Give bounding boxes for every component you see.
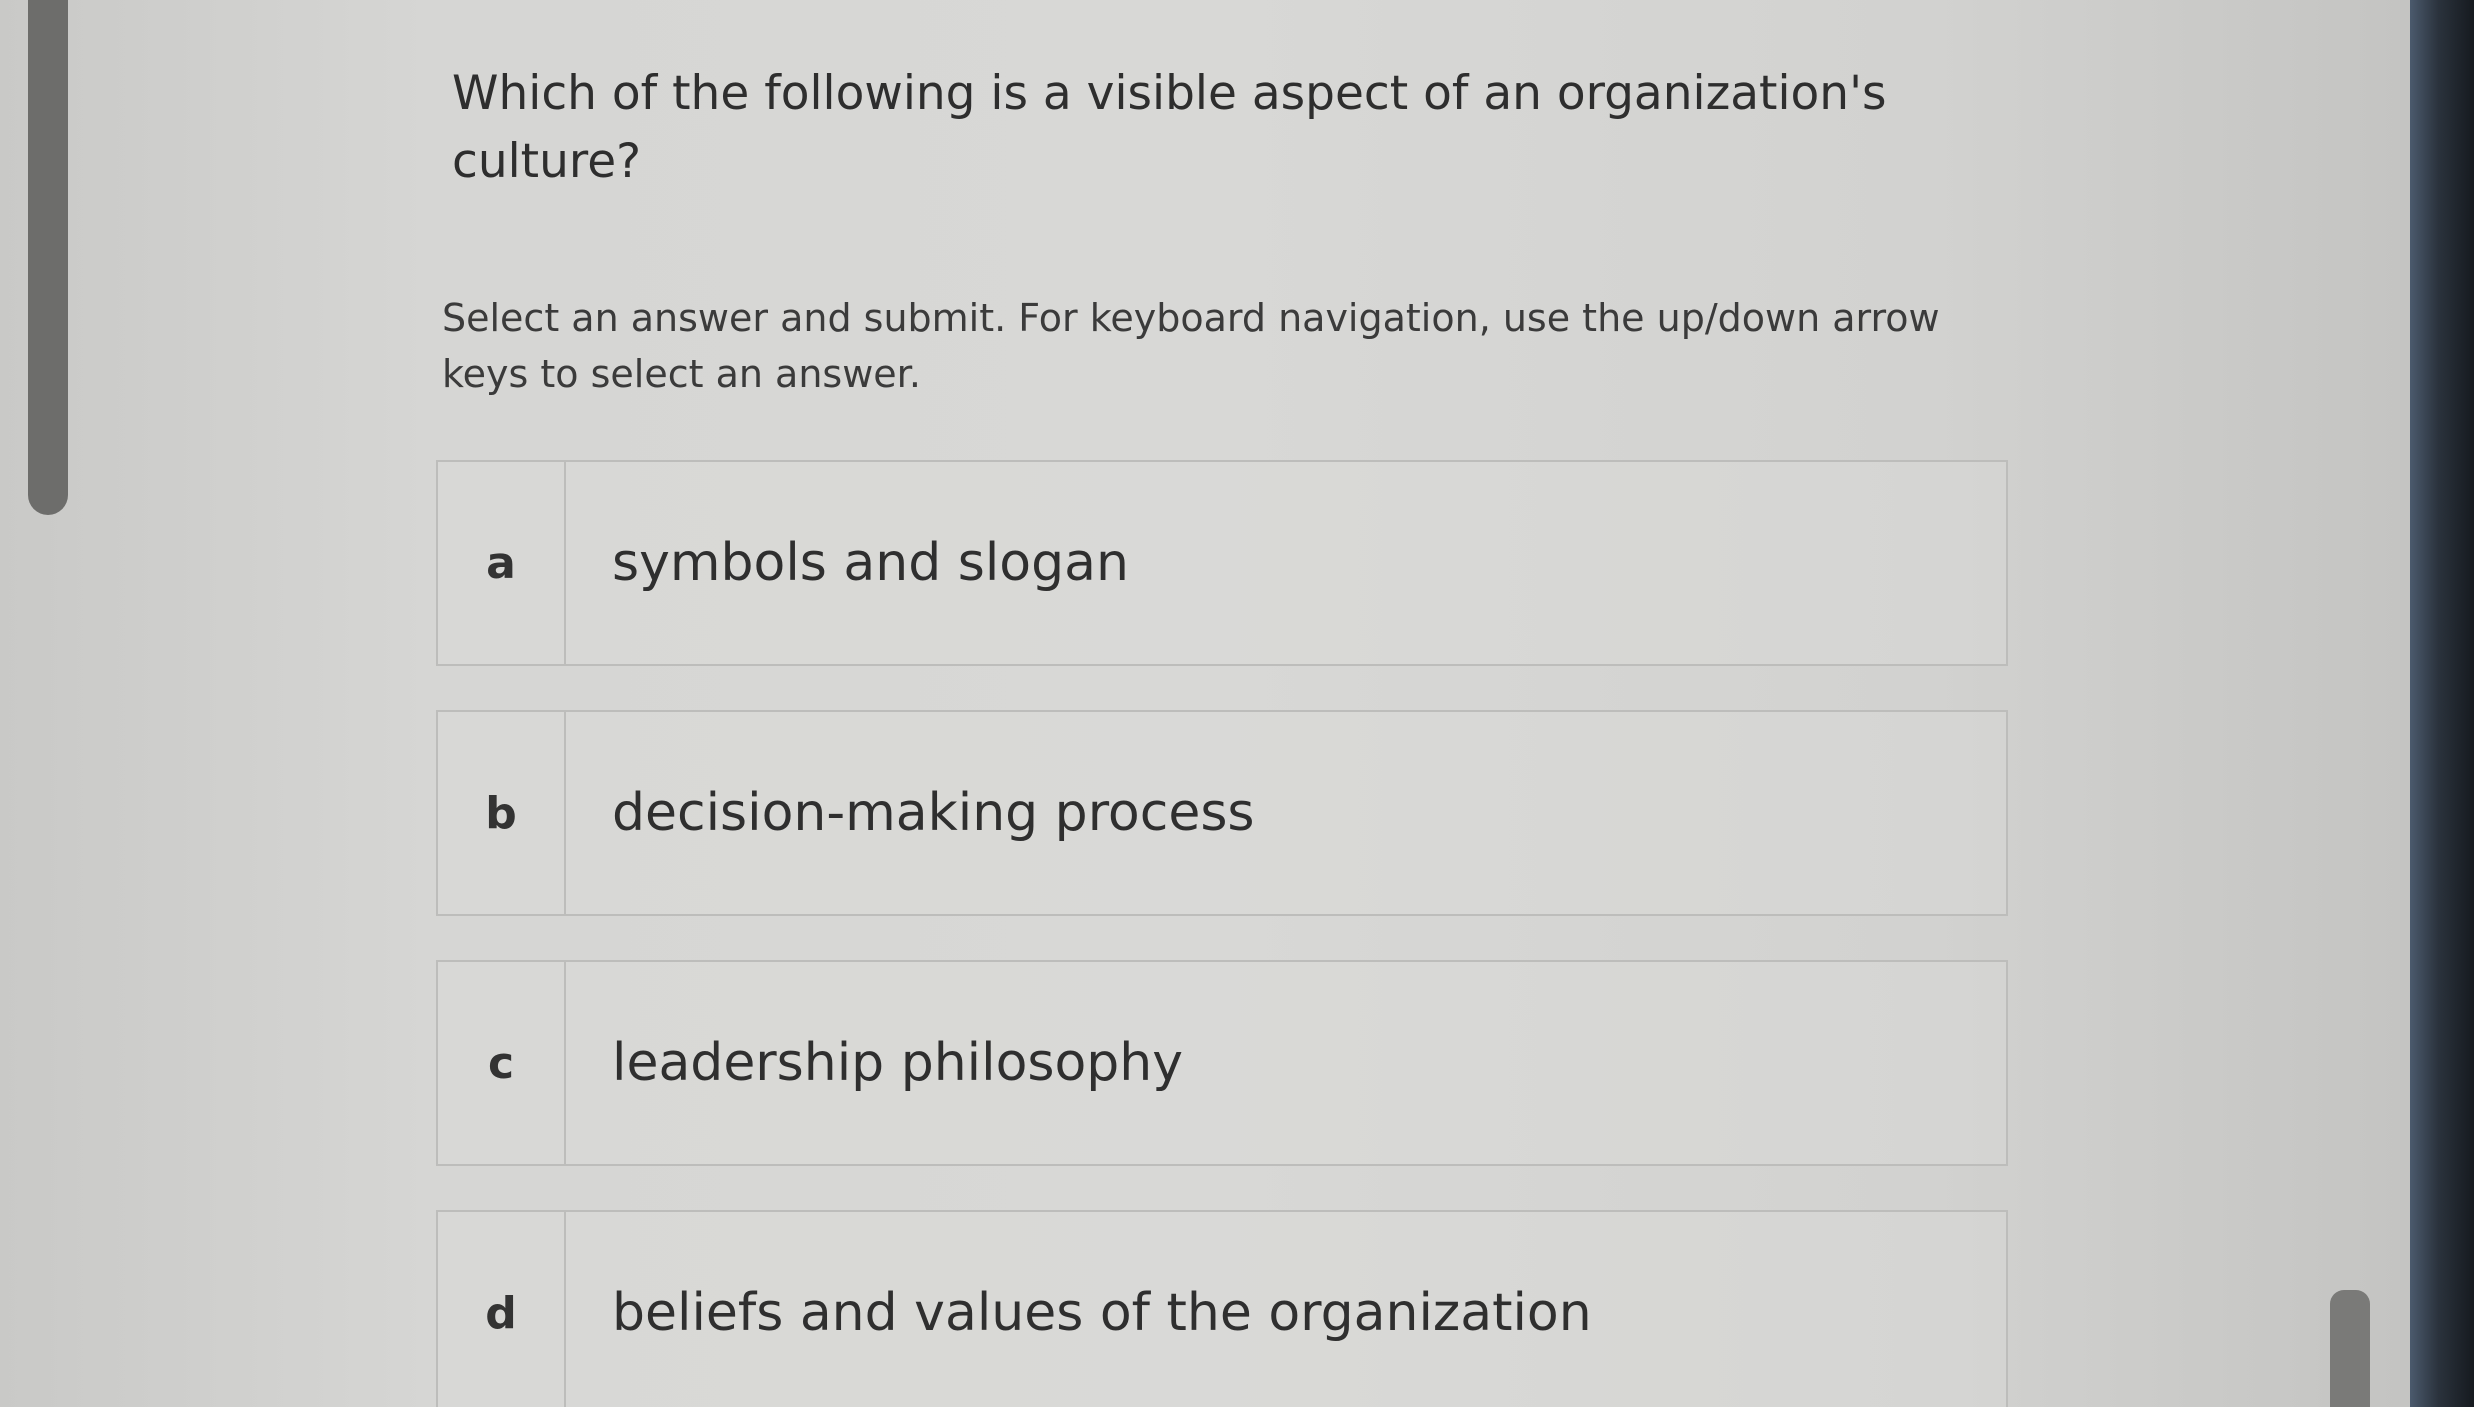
device-bezel [2410, 0, 2474, 1407]
question-text: Which of the following is a visible aspe… [452, 66, 1887, 189]
right-scrollbar-thumb[interactable] [2330, 1290, 2370, 1407]
left-scrollbar-thumb[interactable] [28, 0, 68, 515]
option-text: symbols and slogan [612, 533, 1129, 593]
answer-option-c[interactable]: c leadership philosophy [436, 960, 2008, 1166]
option-text: beliefs and values of the organization [612, 1283, 1592, 1343]
option-letter: c [438, 962, 566, 1164]
option-text: decision-making process [612, 783, 1255, 843]
answer-option-d[interactable]: d beliefs and values of the organization [436, 1210, 2008, 1407]
answer-option-a[interactable]: a symbols and slogan [436, 460, 2008, 666]
option-text: leadership philosophy [612, 1033, 1184, 1093]
answer-options: a symbols and slogan b decision-making p… [436, 460, 2008, 1407]
option-letter: b [438, 712, 566, 914]
quiz-screen: Which of the following is a visible aspe… [0, 0, 2410, 1407]
instructions-text: Select an answer and submit. For keyboar… [442, 296, 1940, 396]
option-letter: d [438, 1212, 566, 1407]
answer-option-b[interactable]: b decision-making process [436, 710, 2008, 916]
option-letter: a [438, 462, 566, 664]
